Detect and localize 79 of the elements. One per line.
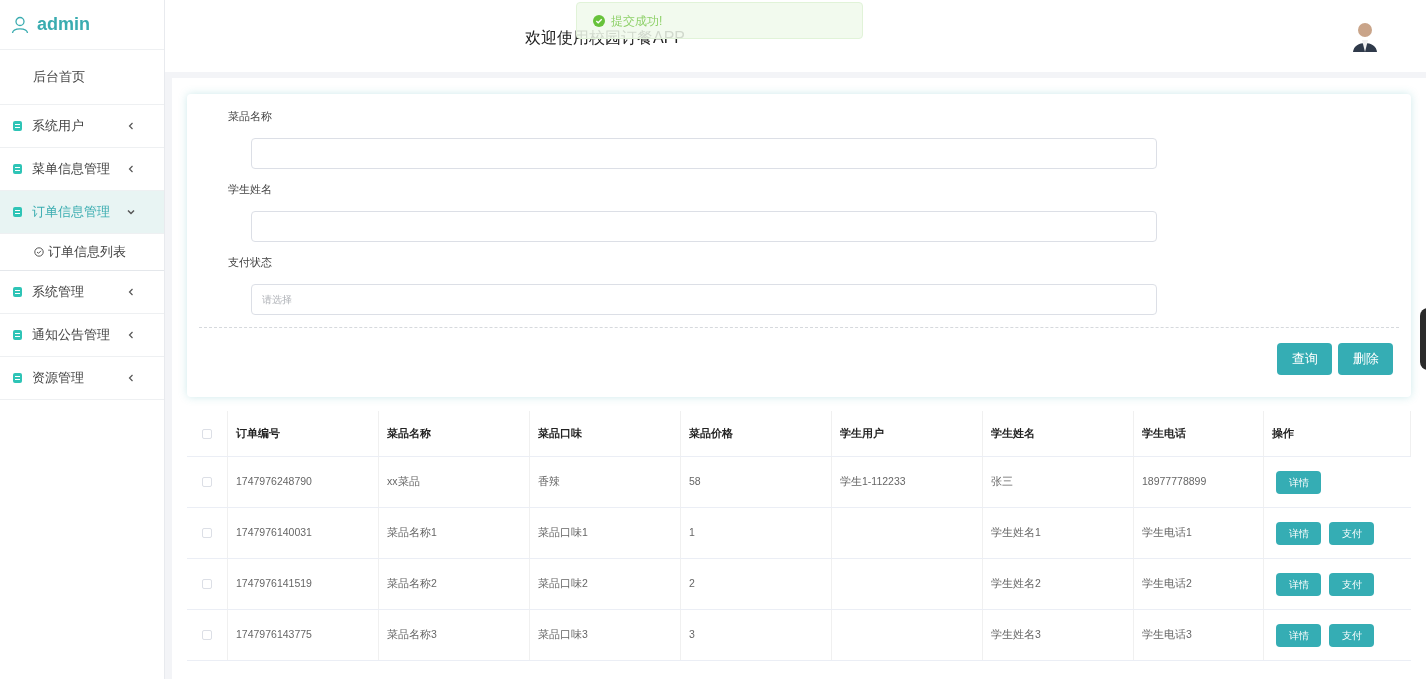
chevron-left-icon xyxy=(126,287,136,297)
sidebar-item[interactable]: 后台首页 xyxy=(0,50,164,105)
query-button[interactable]: 查询 xyxy=(1277,343,1332,375)
document-icon xyxy=(13,373,22,383)
submenu-item[interactable]: 订单信息列表 xyxy=(0,234,164,271)
sidebar-item[interactable]: 资源管理 xyxy=(0,357,164,400)
document-icon xyxy=(13,121,22,131)
details-button[interactable]: 详情 xyxy=(1276,623,1321,647)
table-cell: 学生1-112233 xyxy=(840,474,906,490)
sidebar-item[interactable]: 系统用户 xyxy=(0,105,164,148)
table-cell: 学生电话1 xyxy=(1142,525,1192,541)
delete-button[interactable]: 删除 xyxy=(1338,343,1393,375)
table-cell: 18977778899 xyxy=(1142,474,1207,490)
details-button[interactable]: 详情 xyxy=(1276,470,1321,494)
checkbox[interactable] xyxy=(202,528,212,538)
input-field[interactable] xyxy=(251,138,1157,169)
table-cell: 1 xyxy=(689,525,695,541)
pay-button[interactable]: 支付 xyxy=(1329,521,1374,545)
table-cell: 张三 xyxy=(991,474,1013,490)
username: admin xyxy=(37,13,90,36)
column-header: 操作 xyxy=(1264,411,1411,456)
submenu-label: 订单信息列表 xyxy=(48,243,126,261)
document-icon xyxy=(13,164,22,174)
details-button[interactable]: 详情 xyxy=(1276,521,1321,545)
input-field[interactable] xyxy=(251,211,1157,242)
chevron-left-icon xyxy=(126,330,136,340)
document-icon xyxy=(13,330,22,340)
table-cell: 学生姓名2 xyxy=(991,576,1041,592)
table-cell: 菜品口味1 xyxy=(538,525,588,541)
sidebar-item[interactable]: 订单信息管理 xyxy=(0,191,164,234)
avatar-icon xyxy=(1352,20,1378,52)
table-cell: 菜品名称3 xyxy=(387,627,437,643)
pay-button[interactable]: 支付 xyxy=(1329,623,1374,647)
field-label: 学生姓名 xyxy=(228,182,273,197)
table-cell: 1747976141519 xyxy=(236,576,312,592)
sidebar-item[interactable]: 通知公告管理 xyxy=(0,314,164,357)
table-cell: xx菜品 xyxy=(387,474,420,490)
check-circle-icon xyxy=(593,14,605,27)
table-cell: 菜品口味3 xyxy=(538,627,588,643)
table-cell: 1747976143775 xyxy=(236,627,312,643)
field-label: 支付状态 xyxy=(228,255,273,270)
user-icon xyxy=(11,15,29,34)
table-cell: 2 xyxy=(689,576,695,592)
document-icon xyxy=(13,287,22,297)
column-header: 订单编号 xyxy=(228,411,379,456)
chevron-left-icon xyxy=(126,164,136,174)
table-cell: 菜品名称1 xyxy=(387,525,437,541)
table-cell: 学生姓名3 xyxy=(991,627,1041,643)
column-header: 学生姓名 xyxy=(983,411,1134,456)
table-cell: 菜品名称2 xyxy=(387,576,437,592)
column-header: 菜品价格 xyxy=(681,411,832,456)
document-icon xyxy=(13,207,22,217)
table-cell: 学生电话3 xyxy=(1142,627,1192,643)
sidebar-item[interactable]: 系统管理 xyxy=(0,271,164,314)
table-cell: 菜品口味2 xyxy=(538,576,588,592)
table-cell: 1747976140031 xyxy=(236,525,312,541)
table-cell: 学生姓名1 xyxy=(991,525,1041,541)
select-field[interactable]: 请选择 xyxy=(251,284,1157,315)
details-button[interactable]: 详情 xyxy=(1276,572,1321,596)
table-cell: 3 xyxy=(689,627,695,643)
column-header: 学生电话 xyxy=(1134,411,1264,456)
column-header: 学生用户 xyxy=(832,411,983,456)
checkbox[interactable] xyxy=(202,630,212,640)
chevron-left-icon xyxy=(126,121,136,131)
table-cell: 学生电话2 xyxy=(1142,576,1192,592)
table-cell: 香辣 xyxy=(538,474,560,490)
table-cell: 1747976248790 xyxy=(236,474,312,490)
checkbox[interactable] xyxy=(202,579,212,589)
column-header: 菜品名称 xyxy=(379,411,530,456)
checkbox[interactable] xyxy=(202,428,212,439)
toast-message: 提交成功! xyxy=(611,12,663,30)
check-circle-icon xyxy=(34,247,44,257)
chevron-down-icon xyxy=(126,207,136,217)
chevron-left-icon xyxy=(126,373,136,383)
column-header: 菜品口味 xyxy=(530,411,681,456)
pay-button[interactable]: 支付 xyxy=(1329,572,1374,596)
table-cell: 58 xyxy=(689,474,701,490)
field-label: 菜品名称 xyxy=(228,109,273,124)
checkbox[interactable] xyxy=(202,477,212,487)
